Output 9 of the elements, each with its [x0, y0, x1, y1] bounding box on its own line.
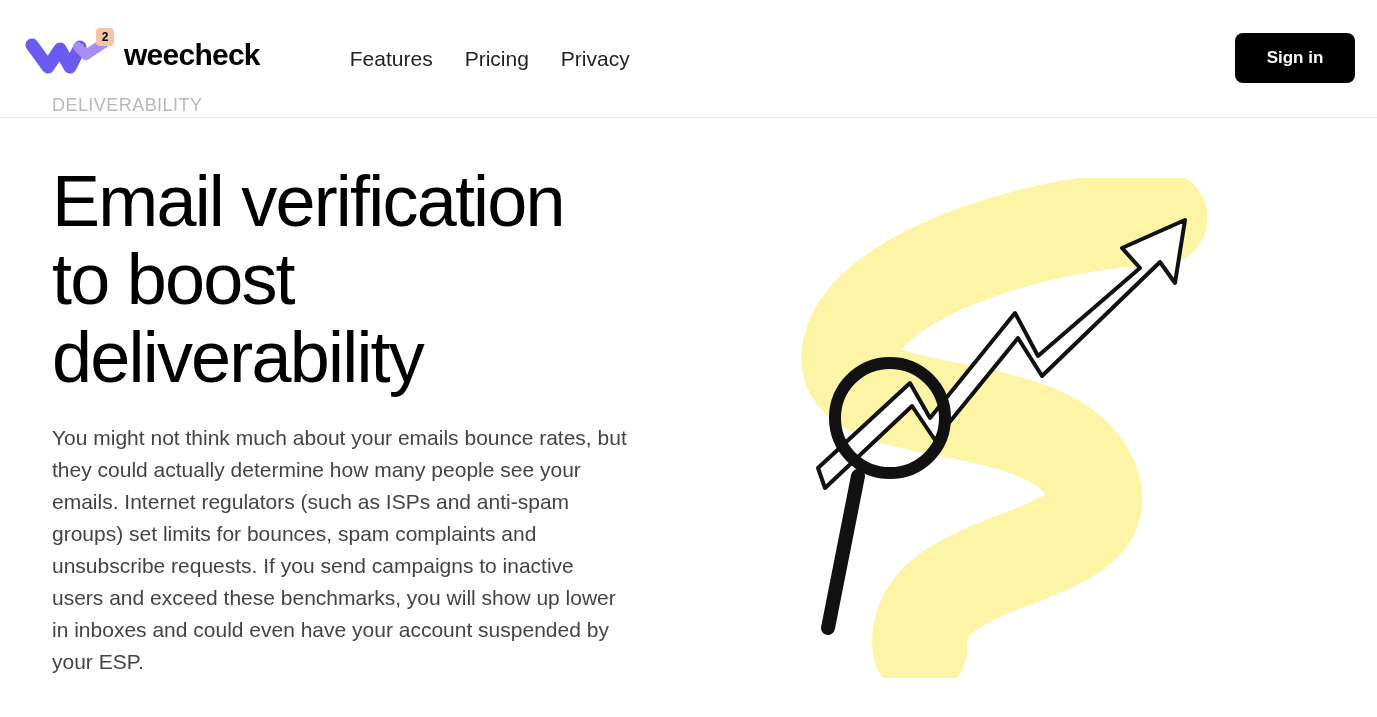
hero-paragraph: You might not think much about your emails bounce rates, but they could actually determine how many people see your emails. Internet regulators (such as ISPs and anti-spam groups) set limits for bounces, spam complaints and unsubscribe requests. If you send campaigns to inactive users and exceed these benchmarks, you will show up lower in inboxes and could even have your account suspended by your ESP.: [52, 425, 627, 675]
nav-link[interactable]: Privacy: [560, 42, 630, 75]
logo-text: weecheck: [124, 37, 260, 73]
sign-in-button[interactable]: Sign in: [1235, 32, 1355, 83]
logo-badge: 2: [96, 28, 114, 46]
nav-link[interactable]: Features: [349, 42, 433, 75]
hero-title: Email verification to boost deliverability: [52, 162, 565, 396]
nav-link[interactable]: Pricing: [464, 42, 529, 75]
eyebrow-text: DELIVERABILITY: [52, 94, 203, 117]
